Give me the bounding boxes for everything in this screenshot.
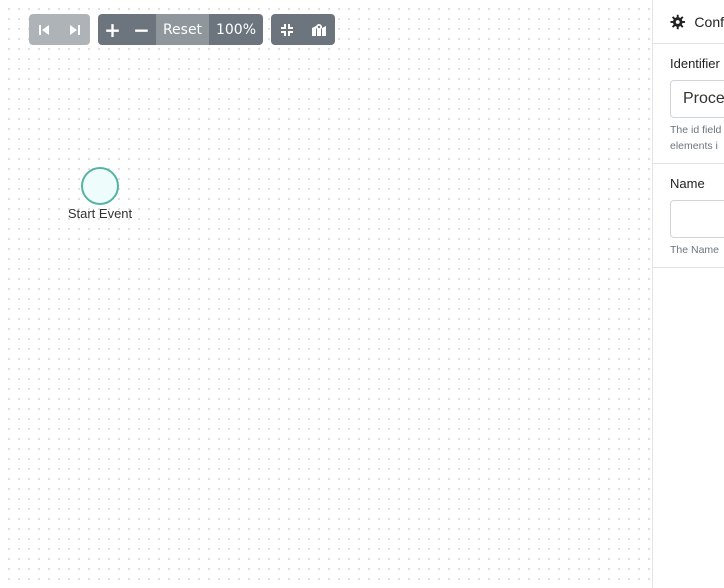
skip-back-icon bbox=[39, 24, 49, 35]
start-event-label: Start Event bbox=[67, 206, 133, 221]
minimap-button[interactable] bbox=[303, 14, 335, 45]
name-field-group: Name The Name bbox=[653, 164, 724, 268]
zoom-out-button[interactable]: − bbox=[127, 14, 156, 45]
undo-redo-group bbox=[29, 14, 90, 45]
diagram-canvas[interactable]: + − Reset 100% Start Event bbox=[0, 0, 652, 588]
panel-title: Conf bbox=[694, 13, 724, 30]
gear-icon bbox=[670, 14, 685, 29]
identifier-field-group: Identifier Proce The id field elements i bbox=[653, 44, 724, 164]
zoom-group: + − Reset 100% bbox=[98, 14, 263, 45]
fit-to-screen-button[interactable] bbox=[271, 14, 303, 45]
identifier-help-text: The id field elements i bbox=[670, 122, 724, 154]
name-label: Name bbox=[670, 176, 705, 191]
name-input[interactable] bbox=[670, 200, 724, 238]
reset-zoom-button[interactable]: Reset bbox=[156, 14, 209, 45]
start-event-node[interactable] bbox=[81, 167, 119, 205]
modeler-app: + − Reset 100% Start Event Conf Identifi… bbox=[0, 0, 724, 588]
view-group bbox=[271, 14, 335, 45]
compress-icon bbox=[281, 23, 293, 36]
undo-button[interactable] bbox=[29, 14, 59, 45]
identifier-label: Identifier bbox=[670, 56, 720, 71]
map-icon bbox=[312, 23, 326, 36]
redo-button[interactable] bbox=[59, 14, 90, 45]
name-help-text: The Name bbox=[670, 244, 720, 256]
identifier-input[interactable]: Proce bbox=[670, 80, 724, 118]
panel-header[interactable]: Conf bbox=[653, 0, 724, 44]
identifier-help-line-1: The id field bbox=[670, 124, 722, 136]
identifier-help-line-2: elements i bbox=[670, 140, 718, 152]
inspector-panel: Conf Identifier Proce The id field eleme… bbox=[652, 0, 724, 588]
zoom-level-indicator: 100% bbox=[209, 14, 263, 45]
skip-forward-icon bbox=[69, 24, 80, 35]
zoom-in-button[interactable]: + bbox=[98, 14, 127, 45]
